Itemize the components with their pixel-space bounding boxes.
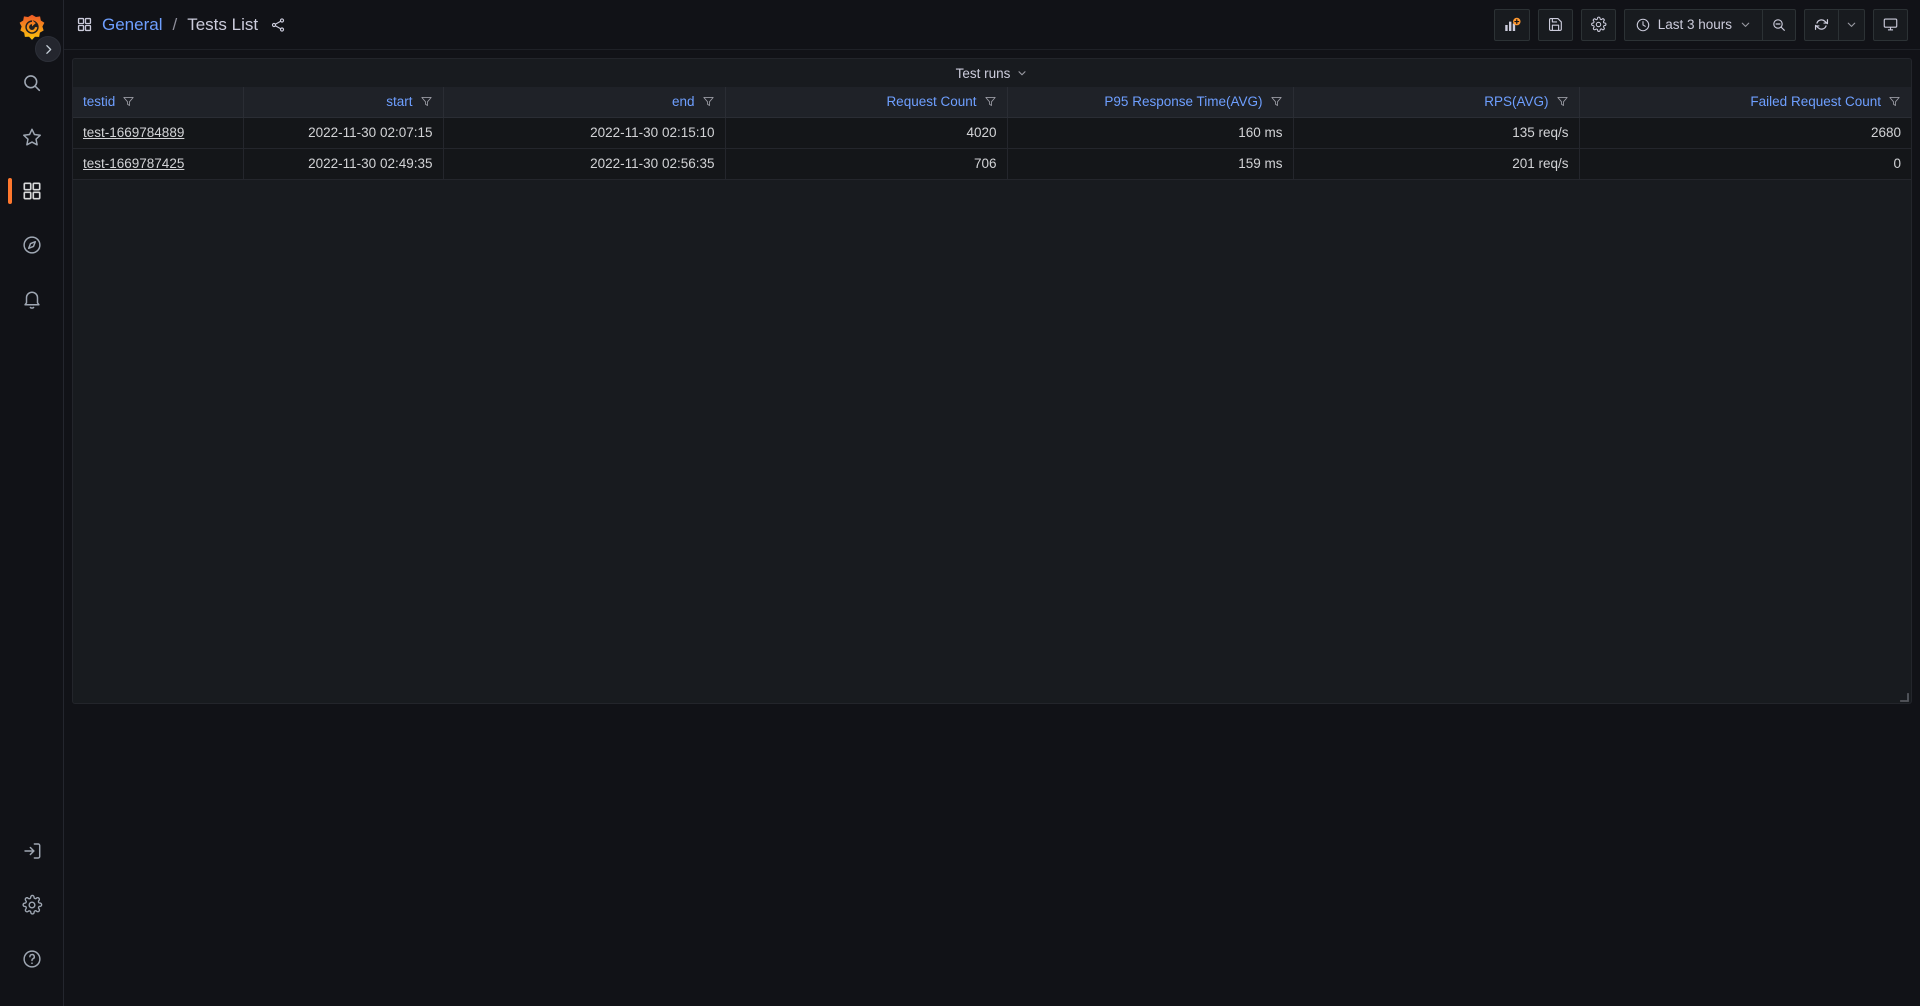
time-range-value: Last 3 hours — [1657, 17, 1732, 32]
cell-p95_response_time_avg: 160 ms — [1007, 117, 1294, 149]
nav-bottom-group — [0, 824, 64, 1006]
testid-link[interactable]: test-1669784889 — [83, 125, 184, 140]
column-header-start[interactable]: start — [243, 87, 444, 118]
cell-failed_request_count: 0 — [1579, 148, 1911, 180]
cell-request_count: 706 — [725, 148, 1008, 180]
table-header: testid start end Request Count P95 Response … — [73, 87, 1911, 118]
panel-resize-handle[interactable] — [1897, 689, 1909, 702]
filter-icon[interactable] — [984, 95, 997, 108]
table-body: test-1669784889 2022-11-30 02:07:15 2022-1… — [73, 117, 1911, 180]
cell-end: 2022-11-30 02:56:35 — [443, 148, 726, 180]
table-row: test-1669787425 2022-11-30 02:49:35 2022-1… — [73, 148, 1911, 180]
sidebar-item-signin[interactable] — [0, 824, 64, 878]
side-nav-rail — [0, 0, 64, 1006]
table-header-row: testid start end Request Count P95 Response … — [73, 87, 1911, 118]
dashboard-settings-button[interactable] — [1580, 8, 1616, 41]
filter-icon[interactable] — [1556, 95, 1569, 108]
panel-header: Test runs — [73, 59, 1911, 87]
breadcrumb-folder-link[interactable]: General — [102, 15, 162, 35]
column-header-label: RPS(AVG) — [1484, 94, 1549, 110]
column-header-label: start — [386, 94, 413, 110]
cell-request_count: 4020 — [725, 117, 1008, 149]
panel-title-text: Test runs — [955, 65, 1011, 81]
column-header-label: Request Count — [886, 94, 977, 110]
dashboard-toolbar: Last 3 hours — [1493, 8, 1908, 41]
main-content: General / Tests List Last 3 hours Test r… — [64, 0, 1920, 1006]
refresh-dashboard-button[interactable] — [1804, 8, 1839, 41]
chevron-down-icon[interactable] — [1016, 67, 1028, 79]
breadcrumb-separator: / — [172, 14, 178, 34]
dashboard-header: General / Tests List Last 3 hours — [64, 0, 1920, 50]
filter-icon[interactable] — [1270, 95, 1283, 108]
sidebar-item-search[interactable] — [0, 56, 64, 110]
sidebar-item-help[interactable] — [0, 932, 64, 986]
save-dashboard-button[interactable] — [1537, 8, 1573, 41]
column-header-testid[interactable]: testid — [73, 87, 244, 118]
column-header-label: Failed Request Count — [1750, 94, 1881, 110]
cell-start: 2022-11-30 02:49:35 — [243, 148, 444, 180]
expand-side-menu-button[interactable] — [35, 36, 61, 62]
column-header-label: end — [671, 94, 695, 110]
cell-testid[interactable]: test-1669787425 — [73, 148, 244, 180]
nav-top-group — [0, 56, 64, 326]
panel-title-menu[interactable]: Test runs — [956, 66, 1029, 81]
sidebar-item-configuration[interactable] — [0, 878, 64, 932]
clock-icon — [1635, 17, 1651, 33]
share-alt-icon[interactable] — [270, 17, 286, 33]
refresh-interval-dropdown-button[interactable] — [1838, 8, 1865, 41]
filter-icon[interactable] — [420, 95, 433, 108]
add-panel-button[interactable] — [1493, 8, 1530, 41]
sidebar-item-dashboards[interactable] — [0, 164, 64, 218]
cell-testid[interactable]: test-1669784889 — [73, 117, 244, 149]
panel-body: testid start end Request Count P95 Response … — [73, 87, 1911, 703]
filter-icon[interactable] — [122, 95, 135, 108]
cell-start: 2022-11-30 02:07:15 — [243, 117, 444, 149]
refresh-controls — [1804, 8, 1865, 41]
sidebar-item-alerting[interactable] — [0, 272, 64, 326]
test-runs-table: testid start end Request Count P95 Response … — [73, 87, 1911, 180]
filter-icon[interactable] — [702, 95, 715, 108]
column-header-request_count[interactable]: Request Count — [725, 87, 1008, 118]
time-range-picker-button[interactable]: Last 3 hours — [1623, 8, 1763, 41]
column-header-rps_avg[interactable]: RPS(AVG) — [1293, 87, 1580, 118]
dashboard-canvas: Test runs testid start end Request Count P95… — [64, 50, 1920, 1006]
apps-grid-icon — [76, 16, 93, 33]
cell-failed_request_count: 2680 — [1579, 117, 1911, 149]
chevron-down-icon — [1739, 18, 1752, 31]
time-range-controls: Last 3 hours — [1623, 8, 1796, 41]
testid-link[interactable]: test-1669787425 — [83, 156, 184, 171]
column-header-label: testid — [83, 94, 116, 110]
column-header-label: P95 Response Time(AVG) — [1104, 94, 1263, 110]
cell-rps_avg: 201 req/s — [1293, 148, 1580, 180]
table-row: test-1669784889 2022-11-30 02:07:15 2022-1… — [73, 117, 1911, 149]
tv-mode-button[interactable] — [1873, 8, 1908, 41]
cell-end: 2022-11-30 02:15:10 — [443, 117, 726, 149]
panel-test-runs: Test runs testid start end Request Count P95… — [72, 58, 1912, 704]
cell-p95_response_time_avg: 159 ms — [1007, 148, 1294, 180]
column-header-failed_request_count[interactable]: Failed Request Count — [1579, 87, 1911, 118]
breadcrumb: General / Tests List — [76, 15, 286, 35]
cell-rps_avg: 135 req/s — [1293, 117, 1580, 149]
zoom-out-time-button[interactable] — [1762, 8, 1796, 41]
column-header-p95_response_time_avg[interactable]: P95 Response Time(AVG) — [1007, 87, 1294, 118]
filter-icon[interactable] — [1888, 95, 1901, 108]
column-header-end[interactable]: end — [443, 87, 726, 118]
sidebar-item-starred[interactable] — [0, 110, 64, 164]
sidebar-item-explore[interactable] — [0, 218, 64, 272]
page-title: Tests List — [187, 14, 259, 34]
